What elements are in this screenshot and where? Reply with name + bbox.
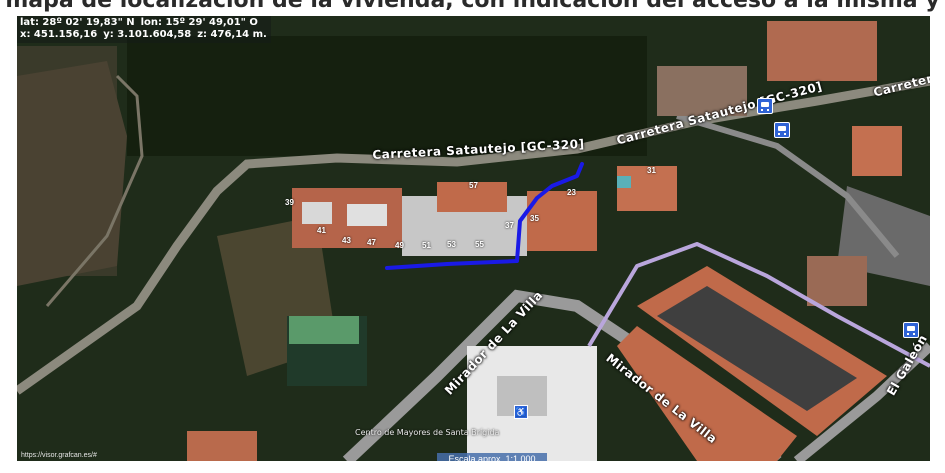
house-number: 37 [505, 221, 514, 230]
page: mapa de localización de la vivienda, con… [0, 0, 945, 473]
latitude: lat: 28º 02' 19,83" N [20, 17, 135, 28]
coordinate-line-latlon: lat: 28º 02' 19,83" N lon: 15º 29' 49,01"… [20, 17, 267, 29]
house-number: 31 [647, 166, 656, 175]
house-number: 55 [475, 240, 484, 249]
house-number: 41 [317, 226, 326, 235]
scale-indicator: Escala aprox. 1:1.000 [437, 453, 547, 461]
house-cluster-ne [767, 21, 877, 81]
document-banner: mapa de localización de la vivienda, con… [0, 0, 945, 16]
source-url: https://visor.grafcan.es/# [21, 452, 97, 459]
house-southeast [807, 256, 867, 306]
longitude: lon: 15º 29' 49,01" O [140, 17, 258, 28]
house-number: 39 [285, 198, 294, 207]
coord-x: x: 451.156,16 [20, 29, 98, 40]
farmland [17, 61, 127, 286]
pond [289, 316, 359, 344]
poi-centro-mayores: Centro de Mayores de Santa Brígida [355, 428, 500, 437]
house-number: 51 [422, 241, 431, 250]
satellite-map[interactable]: lat: 28º 02' 19,83" N lon: 15º 29' 49,01"… [17, 16, 930, 461]
house-roof-light [347, 204, 387, 226]
coord-z: z: 476,14 m. [197, 29, 267, 40]
house-roof-light [302, 202, 332, 224]
house-number: 53 [447, 240, 456, 249]
house-southwest [187, 431, 257, 461]
bus-stop-icon[interactable] [757, 98, 773, 114]
house-east [852, 126, 902, 176]
house-number: 23 [567, 188, 576, 197]
house-number: 57 [469, 181, 478, 190]
swimming-pool [617, 176, 631, 188]
coordinate-readout: lat: 28º 02' 19,83" N lon: 15º 29' 49,01"… [17, 16, 271, 43]
house-number: 43 [342, 236, 351, 245]
map-imagery [17, 16, 930, 461]
bus-stop-icon[interactable] [903, 322, 919, 338]
banner-text: mapa de localización de la vivienda, con… [5, 0, 940, 13]
house-number: 47 [367, 238, 376, 247]
accessibility-icon[interactable]: ♿ [514, 405, 528, 419]
coord-y: y: 3.101.604,58 [103, 29, 192, 40]
bus-stop-icon[interactable] [774, 122, 790, 138]
house-number: 35 [530, 214, 539, 223]
coordinate-line-xyz: x: 451.156,16 y: 3.101.604,58 z: 476,14 m. [20, 29, 267, 41]
page-footer [0, 461, 945, 473]
house-number: 49 [395, 241, 404, 250]
